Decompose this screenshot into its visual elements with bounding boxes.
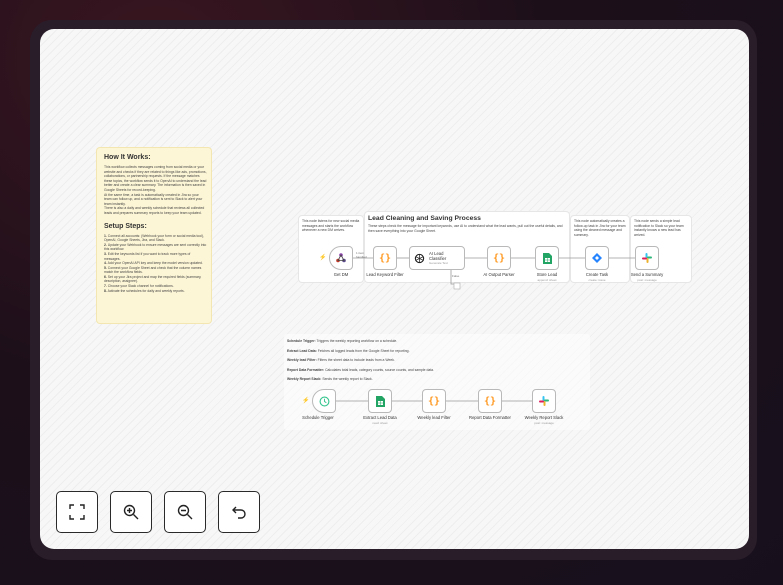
sheets-icon xyxy=(375,395,385,407)
node-report-data-formatter[interactable]: {} xyxy=(478,389,502,413)
node-weekly-lead-filter[interactable]: {} xyxy=(422,389,446,413)
zoom-out-button[interactable] xyxy=(164,491,206,533)
undo-icon xyxy=(232,506,246,519)
node-label: Weekly lead Filter xyxy=(417,415,451,420)
code-icon: {} xyxy=(483,395,497,407)
fit-view-button[interactable] xyxy=(56,491,98,533)
clock-icon xyxy=(319,396,329,406)
zoom-in-button[interactable] xyxy=(110,491,152,533)
node-label: Schedule Trigger xyxy=(302,415,334,420)
fit-view-icon xyxy=(69,504,85,520)
node-sub: read: sheet xyxy=(372,421,388,425)
slack-icon xyxy=(539,396,549,406)
workflow-canvas[interactable]: How It Works: This workflow collects mes… xyxy=(40,29,749,549)
node-label: Extract Lead Data xyxy=(363,415,397,420)
node-label: Weekly Report Slack xyxy=(524,415,564,420)
undo-button[interactable] xyxy=(218,491,260,533)
node-weekly-report-slack[interactable] xyxy=(532,389,556,413)
node-extract-lead-data[interactable] xyxy=(368,389,392,413)
weekly-connections xyxy=(336,399,535,403)
node-label: Report Data Formatter xyxy=(469,415,511,420)
zoom-in-icon xyxy=(123,504,139,520)
zoom-out-icon xyxy=(177,504,193,520)
node-sub: post: message xyxy=(534,421,554,425)
code-icon: {} xyxy=(427,395,441,407)
trigger-bolt-icon: ⚡ xyxy=(302,398,310,404)
node-schedule-trigger[interactable] xyxy=(312,389,336,413)
